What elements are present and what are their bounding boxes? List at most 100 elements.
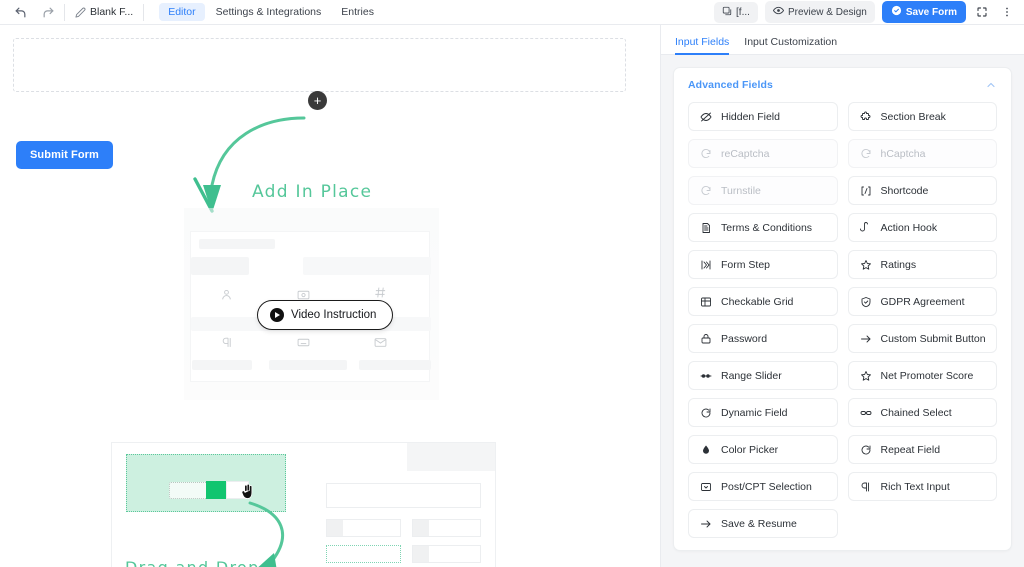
field-button-label: Shortcode (880, 184, 929, 197)
link-icon (860, 407, 872, 419)
drag-drop-annotation: Drag and Drop Element (125, 558, 260, 567)
toolbar-divider (64, 3, 65, 21)
person-icon (220, 288, 233, 301)
field-button-hidden-field[interactable]: Hidden Field (688, 102, 838, 131)
field-button-ratings[interactable]: Ratings (847, 250, 997, 279)
refresh-icon (860, 444, 872, 456)
field-button-label: Rich Text Input (880, 480, 950, 493)
field-button-form-step[interactable]: Form Step (688, 250, 838, 279)
form-embed-chip[interactable]: [f... (714, 1, 758, 23)
undo-arrow-icon[interactable] (10, 2, 30, 22)
add-field-button[interactable]: + (308, 91, 327, 110)
arrow-right-icon (700, 518, 712, 530)
form-result-area (318, 443, 495, 567)
pencil-icon (75, 7, 86, 18)
fields-panel-tabs: Input Fields Input Customization (661, 25, 1024, 55)
field-button-label: hCaptcha (880, 147, 926, 160)
fullscreen-icon[interactable] (973, 3, 991, 21)
field-button-net-promoter-score[interactable]: Net Promoter Score (847, 361, 997, 390)
preview-design-button[interactable]: Preview & Design (764, 1, 875, 23)
eye-off-icon (700, 111, 712, 123)
slider-icon (700, 370, 712, 382)
field-button-label: Dynamic Field (721, 406, 788, 419)
toolbar-divider-2 (143, 3, 145, 21)
field-button-label: Color Picker (721, 443, 779, 456)
field-button-gdpr-agreement[interactable]: GDPR Agreement (847, 287, 997, 316)
advanced-fields-group: Advanced Fields Hidden Field Section Brea… (673, 67, 1012, 551)
more-vertical-icon[interactable] (998, 3, 1016, 21)
chevron-up-icon[interactable] (985, 79, 997, 91)
play-icon (270, 308, 284, 322)
field-button-action-hook[interactable]: Action Hook (847, 213, 997, 242)
field-button-label: Post/CPT Selection (721, 480, 812, 493)
steps-icon (700, 259, 712, 271)
grid-icon (700, 296, 712, 308)
fields-panel: Input Fields Input Customization Advance… (660, 25, 1024, 567)
form-name-button[interactable]: Blank F... (71, 4, 137, 20)
field-button-label: Password (721, 332, 768, 345)
code-brackets-icon (860, 185, 872, 197)
field-button-label: Custom Submit Button (880, 332, 986, 345)
tab-entries[interactable]: Entries (332, 3, 383, 22)
mockup-header-white (318, 443, 407, 471)
arrow-right-icon (860, 333, 872, 345)
lock-icon (700, 333, 712, 345)
redo-arrow-icon[interactable] (38, 2, 58, 22)
check-circle-icon (891, 5, 902, 19)
drag-source-area (112, 443, 317, 567)
eye-icon (772, 5, 785, 19)
star-icon (860, 259, 872, 271)
field-button-label: Form Step (721, 258, 771, 271)
field-button-label: Section Break (880, 110, 946, 123)
field-button-checkable-grid[interactable]: Checkable Grid (688, 287, 838, 316)
mockup-input-prefix (413, 520, 429, 536)
field-button-color-picker[interactable]: Color Picker (688, 435, 838, 464)
mockup-dashed-input (326, 545, 401, 563)
advanced-fields-title: Advanced Fields (688, 79, 773, 91)
mockup-input-prefix (327, 520, 343, 536)
field-button-label: Range Slider (721, 369, 782, 382)
field-button-password[interactable]: Password (688, 324, 838, 353)
video-instruction-label: Video Instruction (291, 309, 377, 321)
toolbar-tabs: Editor Settings & Integrations Entries (159, 2, 383, 22)
field-button-label: Save & Resume (721, 517, 797, 530)
field-button-section-break[interactable]: Section Break (847, 102, 997, 131)
tab-editor[interactable]: Editor (159, 2, 205, 22)
field-button-rich-text-input[interactable]: Rich Text Input (847, 472, 997, 501)
field-button-terms-conditions[interactable]: Terms & Conditions (688, 213, 838, 242)
tab-input-customization[interactable]: Input Customization (744, 36, 837, 54)
empty-drop-zone[interactable] (13, 38, 626, 92)
save-form-button[interactable]: Save Form (881, 1, 966, 23)
shield-refresh-icon (700, 185, 712, 197)
field-button-label: GDPR Agreement (880, 295, 965, 308)
video-instruction-button[interactable]: Video Instruction (257, 300, 394, 330)
submit-form-button[interactable]: Submit Form (16, 141, 113, 169)
field-button-dynamic-field[interactable]: Dynamic Field (688, 398, 838, 427)
field-button-post-cpt-selection[interactable]: Post/CPT Selection (688, 472, 838, 501)
advanced-fields-grid: Hidden Field Section Break reCaptcha hCaptc… (674, 100, 1011, 538)
field-button-label: Net Promoter Score (880, 369, 974, 382)
field-button-recaptcha: reCaptcha (688, 139, 838, 168)
field-button-label: Checkable Grid (721, 295, 794, 308)
field-button-label: Ratings (880, 258, 917, 271)
hook-icon (859, 221, 872, 234)
tab-input-fields[interactable]: Input Fields (675, 36, 730, 55)
puzzle-icon (860, 111, 872, 123)
field-button-custom-submit-button[interactable]: Custom Submit Button (847, 324, 997, 353)
preview-design-label: Preview & Design (787, 6, 867, 18)
field-button-range-slider[interactable]: Range Slider (688, 361, 838, 390)
field-button-label: Turnstile (721, 184, 761, 197)
field-button-save-resume[interactable]: Save & Resume (688, 509, 838, 538)
tab-settings-integrations[interactable]: Settings & Integrations (207, 3, 331, 22)
save-form-label: Save Form (905, 6, 957, 18)
document-icon (700, 222, 712, 234)
mockup-input-prefix (413, 546, 429, 562)
drag-drop-mockup (111, 442, 496, 567)
droplet-icon (700, 444, 712, 456)
field-button-chained-select[interactable]: Chained Select (847, 398, 997, 427)
field-button-repeat-field[interactable]: Repeat Field (847, 435, 997, 464)
advanced-fields-header[interactable]: Advanced Fields (674, 68, 1011, 100)
field-button-label: Terms & Conditions (721, 221, 813, 234)
fields-panel-scroll[interactable]: Advanced Fields Hidden Field Section Brea… (661, 56, 1024, 567)
field-button-shortcode[interactable]: Shortcode (847, 176, 997, 205)
